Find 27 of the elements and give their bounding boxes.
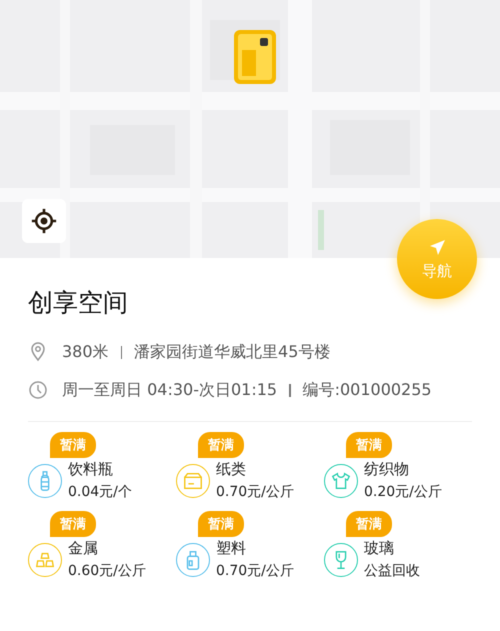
status-badge: 暂满 (346, 511, 392, 537)
locate-icon (31, 208, 57, 234)
station-name: 创享空间 (28, 287, 129, 319)
address-text: 潘家园街道华威北里45号楼 (134, 342, 330, 362)
category-name: 纺织物 (364, 460, 409, 479)
category-name: 金属 (68, 539, 98, 558)
status-badge: 暂满 (198, 432, 244, 458)
recycle-bin-marker-icon[interactable] (232, 28, 278, 86)
locate-button[interactable] (22, 199, 66, 243)
distance-text: 380米 (62, 342, 109, 362)
opening-hours-text: 周一至周日 04:30-次日01:15 (62, 380, 278, 400)
category-price: 0.60元/公斤 (68, 562, 146, 580)
clock-icon (28, 380, 48, 400)
status-badge: 暂满 (346, 432, 392, 458)
category-name: 玻璃 (364, 539, 394, 558)
status-badge: 暂满 (198, 511, 244, 537)
station-number-text: 编号:001000255 (302, 380, 432, 400)
category-price: 0.70元/公斤 (216, 562, 294, 580)
category-price: 0.20元/公斤 (364, 483, 442, 501)
category-name: 纸类 (216, 460, 246, 479)
category-price: 0.04元/个 (68, 483, 132, 501)
category-price: 0.70元/公斤 (216, 483, 294, 501)
category-name: 塑料 (216, 539, 246, 558)
status-badge: 暂满 (50, 511, 96, 537)
category-price: 公益回收 (364, 562, 420, 580)
status-badge: 暂满 (50, 432, 96, 458)
category-name: 饮料瓶 (68, 460, 113, 479)
